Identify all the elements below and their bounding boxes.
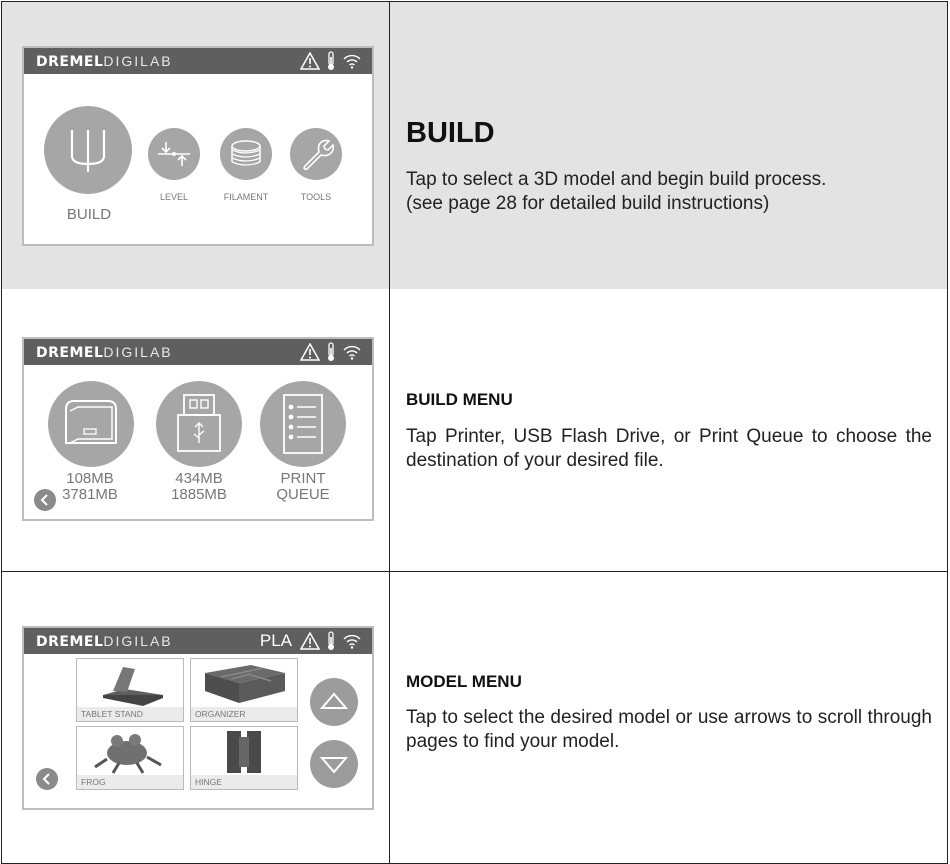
level-label: LEVEL — [159, 192, 189, 202]
row-build-menu: DREMELDIGILAB 108MB 3781MB 434MB 1885MB … — [1, 289, 948, 572]
print-queue-label: PRINT QUEUE — [276, 470, 330, 503]
model-tile-hinge[interactable]: HINGE — [190, 726, 298, 790]
build-label: BUILD — [66, 206, 112, 223]
scroll-up-button[interactable] — [310, 678, 358, 726]
organizer-image — [205, 665, 285, 703]
section-title: BUILD — [406, 117, 495, 149]
thermometer-icon[interactable] — [326, 51, 336, 71]
thermometer-icon[interactable] — [326, 342, 336, 362]
wifi-icon[interactable] — [342, 632, 362, 650]
level-icon — [158, 142, 190, 166]
build-icon — [70, 130, 106, 172]
home-screen: DREMELDIGILAB BUILD LEVEL FILAMENT TOOLS — [22, 46, 374, 246]
filament-icon — [231, 140, 261, 166]
row-model-menu: DREMELDIGILAB PLA TABLET STAND ORGANIZER — [1, 572, 948, 864]
text-cell: MODEL MENU Tap to select the desired mod… — [390, 572, 947, 863]
warning-icon[interactable] — [300, 52, 320, 70]
print-queue-button[interactable] — [260, 381, 346, 467]
print-queue-icon — [283, 394, 323, 454]
scroll-down-button[interactable] — [310, 740, 358, 788]
text-cell: BUILD Tap to select a 3D model and begin… — [390, 2, 947, 289]
material-indicator: PLA — [259, 631, 292, 650]
frog-image — [94, 734, 162, 774]
instruction-table: DREMELDIGILAB BUILD LEVEL FILAMENT TOOLS… — [0, 0, 950, 864]
row-build: DREMELDIGILAB BUILD LEVEL FILAMENT TOOLS… — [1, 1, 948, 290]
warning-icon[interactable] — [300, 343, 320, 361]
usb-storage: 434MB 1885MB — [171, 470, 227, 503]
usb-drive-icon — [177, 394, 221, 452]
model-tile-frog[interactable]: FROG — [76, 726, 184, 790]
brand-logo: DREMELDIGILAB — [36, 633, 173, 650]
model-menu-screen: DREMELDIGILAB PLA TABLET STAND ORGANIZER — [22, 626, 374, 810]
build-menu-screen: DREMELDIGILAB 108MB 3781MB 434MB 1885MB … — [22, 337, 374, 521]
wifi-icon[interactable] — [342, 52, 362, 70]
header-bar: DREMELDIGILAB — [24, 339, 372, 365]
back-button[interactable] — [34, 489, 56, 511]
back-icon — [40, 494, 48, 506]
screen-cell: DREMELDIGILAB BUILD LEVEL FILAMENT TOOLS — [2, 2, 390, 289]
description-line-1: Tap to select a 3D model and begin build… — [406, 169, 827, 190]
model-label: ORGANIZER — [191, 707, 297, 721]
model-label: HINGE — [191, 775, 297, 789]
tools-label: TOOLS — [300, 192, 332, 202]
tools-button[interactable] — [290, 128, 342, 180]
printer-icon — [65, 400, 117, 444]
description-line-2: (see page 28 for detailed build instruct… — [406, 193, 770, 214]
hinge-image — [227, 731, 261, 773]
printer-button[interactable] — [48, 381, 134, 467]
text-cell: BUILD MENU Tap Printer, USB Flash Drive,… — [390, 289, 947, 571]
section-description: Tap to select the desired model or use a… — [406, 707, 932, 752]
model-label: TABLET STAND — [77, 707, 183, 721]
usb-button[interactable] — [156, 381, 242, 467]
model-tile-tablet-stand[interactable]: TABLET STAND — [76, 658, 184, 722]
model-label: FROG — [77, 775, 183, 789]
wifi-icon[interactable] — [342, 343, 362, 361]
back-button[interactable] — [36, 768, 58, 790]
screen-cell: DREMELDIGILAB 108MB 3781MB 434MB 1885MB … — [2, 289, 390, 571]
section-title: BUILD MENU — [406, 390, 513, 409]
build-button[interactable] — [44, 106, 132, 194]
thermometer-icon[interactable] — [326, 631, 336, 651]
printer-storage: 108MB 3781MB — [62, 470, 118, 503]
tablet-stand-image — [103, 667, 163, 706]
wrench-icon — [303, 139, 335, 171]
header-bar: DREMELDIGILAB PLA — [24, 628, 372, 654]
back-icon — [42, 773, 50, 785]
arrow-down-icon — [319, 757, 349, 774]
section-description: Tap Printer, USB Flash Drive, or Print Q… — [406, 426, 932, 471]
brand-logo: DREMELDIGILAB — [36, 53, 173, 70]
section-title: MODEL MENU — [406, 672, 522, 691]
screen-cell: DREMELDIGILAB PLA TABLET STAND ORGANIZER — [2, 572, 390, 863]
level-button[interactable] — [148, 128, 200, 180]
model-tile-organizer[interactable]: ORGANIZER — [190, 658, 298, 722]
header-bar: DREMELDIGILAB — [24, 48, 372, 74]
arrow-up-icon — [319, 692, 349, 709]
filament-label: FILAMENT — [223, 192, 269, 202]
filament-button[interactable] — [220, 128, 272, 180]
warning-icon[interactable] — [300, 632, 320, 650]
brand-logo: DREMELDIGILAB — [36, 344, 173, 361]
